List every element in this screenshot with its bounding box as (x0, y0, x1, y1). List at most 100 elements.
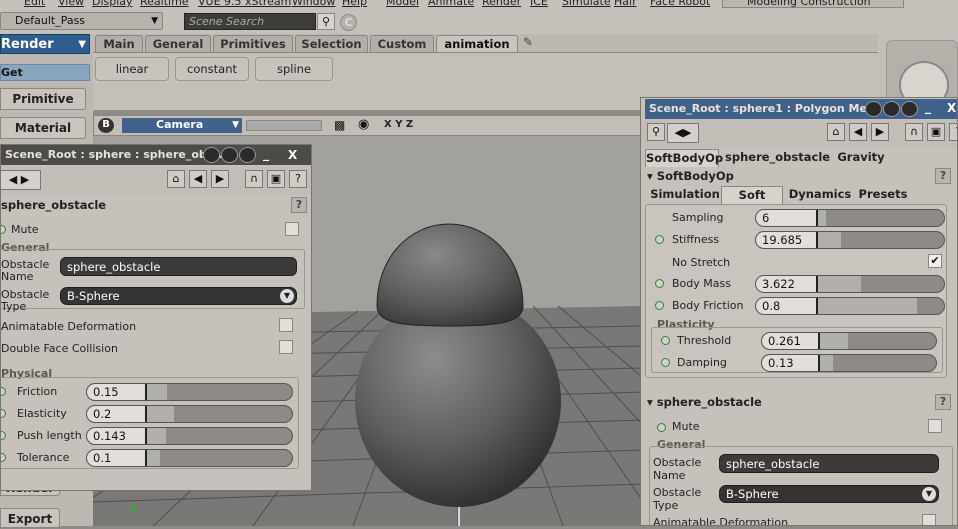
param-slider[interactable]: 6 (755, 209, 945, 227)
help-icon[interactable]: ? (949, 123, 957, 141)
constant-button[interactable]: constant (175, 57, 249, 81)
tab-custom[interactable]: Custom (370, 35, 434, 53)
param-slider[interactable]: 19.685 (755, 231, 945, 249)
menu-simulate[interactable]: Simulate (562, 0, 611, 8)
tab-general[interactable]: General (145, 35, 211, 53)
linear-button[interactable]: linear (95, 57, 169, 81)
camera-icon[interactable]: ▩ (334, 118, 345, 132)
menu-model[interactable]: Model (386, 0, 419, 8)
help-icon[interactable]: ? (289, 170, 307, 188)
key-icon[interactable] (203, 147, 220, 163)
section-title[interactable]: ▾ SoftBodyOp (647, 169, 734, 183)
param-slider[interactable]: 0.15 (86, 383, 293, 401)
param-value[interactable]: 0.15 (87, 384, 145, 400)
param-value[interactable]: 0.261 (762, 333, 818, 349)
tab-simulation[interactable]: Simulation (649, 186, 721, 204)
copy-icon[interactable]: ▣ (927, 123, 945, 141)
close-icon[interactable]: X (288, 148, 297, 162)
param-slider[interactable]: 0.2 (86, 405, 293, 423)
back-icon[interactable]: ◀ (189, 170, 207, 188)
minimize-icon[interactable]: _ (925, 100, 931, 114)
menu-window[interactable]: Window (292, 0, 335, 8)
clear-search-icon[interactable]: C (340, 14, 357, 31)
param-value[interactable]: 0.13 (762, 355, 818, 371)
tab-animation[interactable]: animation (436, 35, 518, 53)
menu-edit[interactable]: Edit (24, 0, 45, 8)
param-value[interactable]: 0.2 (87, 406, 145, 422)
param-slider[interactable]: 0.261 (761, 332, 937, 350)
obstacle-type-select[interactable]: B-Sphere ▼ (60, 287, 297, 305)
primitive-button[interactable]: Primitive (0, 88, 86, 110)
minimize-icon[interactable]: _ (263, 147, 269, 161)
export-button[interactable]: Export (0, 508, 60, 528)
render-dropdown[interactable]: Render ▼ (0, 34, 90, 54)
no-stretch-checkbox[interactable]: ✔ (928, 254, 942, 268)
close-icon[interactable]: X (947, 101, 956, 115)
magnet-icon[interactable]: ∩ (905, 123, 923, 141)
mode-dropdown[interactable]: Modeling Construction Mode (722, 0, 904, 8)
menu-animate[interactable]: Animate (428, 0, 474, 8)
param-slider[interactable]: 0.143 (86, 427, 293, 445)
menu-realtime[interactable]: Realtime (140, 0, 189, 8)
pass-dropdown[interactable]: Default_Pass ▼ (0, 12, 163, 30)
edit-toolbar-icon[interactable]: ✎ (523, 35, 539, 51)
param-slider[interactable]: 0.1 (86, 449, 293, 467)
animatable-checkbox[interactable] (922, 514, 936, 525)
param-slider[interactable]: 0.8 (755, 297, 945, 315)
param-value[interactable]: 19.685 (756, 232, 816, 248)
camera-dropdown[interactable]: Camera ▼ (122, 118, 242, 133)
key-icon[interactable] (865, 101, 882, 117)
menu-ice[interactable]: ICE (530, 0, 548, 8)
obstacle-name-field[interactable]: sphere_obstacle (719, 454, 939, 473)
obstacle-name-field[interactable]: sphere_obstacle (60, 257, 297, 276)
tab-primitives[interactable]: Primitives (213, 35, 293, 53)
param-value[interactable]: 3.622 (756, 276, 816, 292)
viewport-mode-buttons[interactable] (246, 120, 322, 131)
mute-checkbox[interactable] (285, 222, 299, 236)
menu-render[interactable]: Render (482, 0, 521, 8)
tab-soft-body[interactable]: Soft Body (721, 186, 783, 219)
section-help-icon[interactable]: ? (291, 197, 307, 213)
mute-checkbox[interactable] (928, 419, 942, 433)
menu-help[interactable]: Help (342, 0, 367, 8)
recycle-icon[interactable] (901, 101, 918, 117)
param-slider[interactable]: 0.13 (761, 354, 937, 372)
eye-icon[interactable]: ◉ (358, 117, 369, 132)
obstacle-type-select[interactable]: B-Sphere ▼ (719, 485, 939, 503)
section-help-icon[interactable]: ? (935, 168, 951, 184)
search-icon[interactable]: ⚲ (317, 13, 335, 30)
viewport-b-icon[interactable]: B (98, 118, 114, 133)
tab-softbodyop[interactable]: SoftBodyOp (645, 149, 723, 167)
history-nav[interactable]: ◀▶ (667, 123, 699, 143)
param-value[interactable]: 0.8 (756, 298, 816, 314)
double-face-checkbox[interactable] (279, 340, 293, 354)
animatable-checkbox[interactable] (279, 318, 293, 332)
lock-icon[interactable] (883, 101, 900, 117)
recycle-icon[interactable] (239, 147, 256, 163)
param-value[interactable]: 6 (756, 210, 816, 226)
forward-icon[interactable]: ▶ (211, 170, 229, 188)
section2-title[interactable]: ▾ sphere_obstacle (647, 395, 762, 409)
tab-presets[interactable]: Presets (857, 186, 909, 204)
copy-icon[interactable]: ▣ (267, 170, 285, 188)
param-value[interactable]: 0.1 (87, 450, 145, 466)
tab-sphere-obstacle[interactable]: sphere_obstacle (725, 149, 830, 167)
get-section-header[interactable]: Get (0, 64, 90, 81)
param-value[interactable]: 0.143 (87, 428, 145, 444)
tab-main[interactable]: Main (95, 35, 143, 53)
tab-selection[interactable]: Selection (295, 35, 368, 53)
home-icon[interactable]: ⌂ (827, 123, 845, 141)
menu-vue[interactable]: VUE 9.5 xStream (198, 0, 291, 8)
tab-dynamics[interactable]: Dynamics (787, 186, 853, 204)
xyz-label[interactable]: X Y Z (384, 119, 413, 130)
spline-button[interactable]: spline (255, 57, 333, 81)
magnet-icon[interactable]: ∩ (245, 170, 263, 188)
menu-view[interactable]: View (58, 0, 84, 8)
tab-gravity[interactable]: Gravity (833, 149, 889, 167)
home-icon[interactable]: ⌂ (167, 170, 185, 188)
param-slider[interactable]: 3.622 (755, 275, 945, 293)
scene-search-input[interactable]: Scene Search (184, 13, 316, 30)
sphere-mesh[interactable] (355, 295, 561, 507)
history-nav[interactable]: ◀ ▶ (1, 170, 41, 190)
material-button[interactable]: Material (0, 117, 86, 139)
